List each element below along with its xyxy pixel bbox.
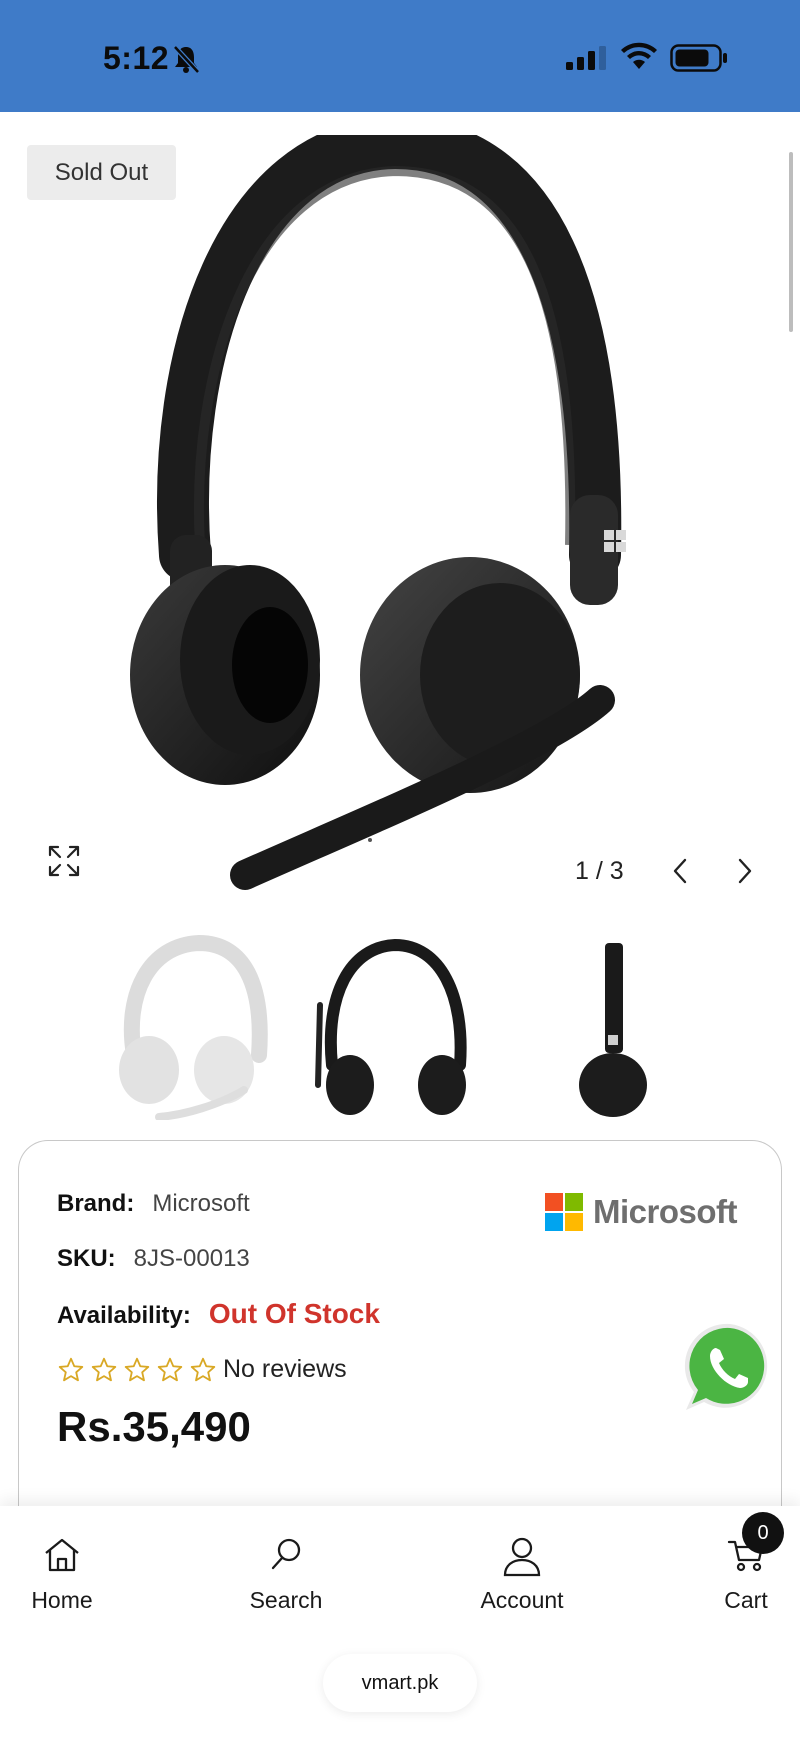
brand-logo-text: Microsoft <box>593 1193 738 1230</box>
availability-label: Availability: <box>57 1302 191 1329</box>
chevron-right-icon[interactable] <box>735 856 755 891</box>
whatsapp-icon <box>684 1323 768 1410</box>
thumbnail-2[interactable] <box>310 935 480 1120</box>
thumbnail-3[interactable] <box>555 935 725 1120</box>
brand-label: Brand: <box>57 1190 135 1217</box>
nav-search-label: Search <box>249 1587 323 1613</box>
whatsapp-button[interactable] <box>680 1318 780 1423</box>
sku-row: SKU: 8JS-00013 <box>57 1245 250 1273</box>
nav-home-label: Home <box>31 1587 93 1613</box>
battery-icon <box>670 44 728 77</box>
gallery-counter: 1 / 3 <box>575 857 624 885</box>
brand-logo[interactable]: Microsoft <box>545 1193 738 1231</box>
cellular-signal-icon <box>566 46 608 75</box>
star-icon <box>157 1357 183 1381</box>
cart-count-badge: 0 <box>742 1512 784 1554</box>
page-scrollbar[interactable] <box>789 152 793 332</box>
bell-muted-icon <box>172 44 200 79</box>
star-icon <box>124 1357 150 1381</box>
rating-row[interactable]: No reviews <box>57 1355 347 1384</box>
nav-account-label: Account <box>480 1587 564 1613</box>
browser-url-bar[interactable]: vmart.pk <box>323 1654 477 1712</box>
search-icon <box>268 1536 304 1579</box>
home-icon <box>42 1536 82 1579</box>
sku-value: 8JS-00013 <box>133 1245 250 1272</box>
availability-status: Out Of Stock <box>208 1298 380 1329</box>
brand-row: Brand: Microsoft <box>57 1190 250 1218</box>
sku-label: SKU: <box>57 1245 116 1272</box>
microsoft-logo-icon <box>545 1193 583 1231</box>
rating-stars <box>57 1357 217 1383</box>
brand-value[interactable]: Microsoft <box>152 1190 249 1218</box>
availability-row: Availability: Out Of Stock <box>57 1298 380 1330</box>
account-icon <box>502 1536 542 1583</box>
wifi-icon <box>620 42 658 75</box>
thumbnail-1[interactable] <box>104 934 274 1121</box>
nav-cart-label: Cart <box>724 1587 768 1613</box>
star-icon <box>58 1357 84 1381</box>
product-price: Rs.35,490 <box>57 1403 251 1450</box>
star-icon <box>190 1357 216 1381</box>
status-bar: 5:12 <box>0 0 800 112</box>
product-main-image[interactable] <box>130 116 670 915</box>
expand-icon[interactable] <box>46 843 82 884</box>
status-time: 5:12 <box>103 40 170 76</box>
star-icon <box>91 1357 117 1381</box>
chevron-left-icon[interactable] <box>670 856 690 891</box>
reviews-count: No reviews <box>223 1355 347 1383</box>
